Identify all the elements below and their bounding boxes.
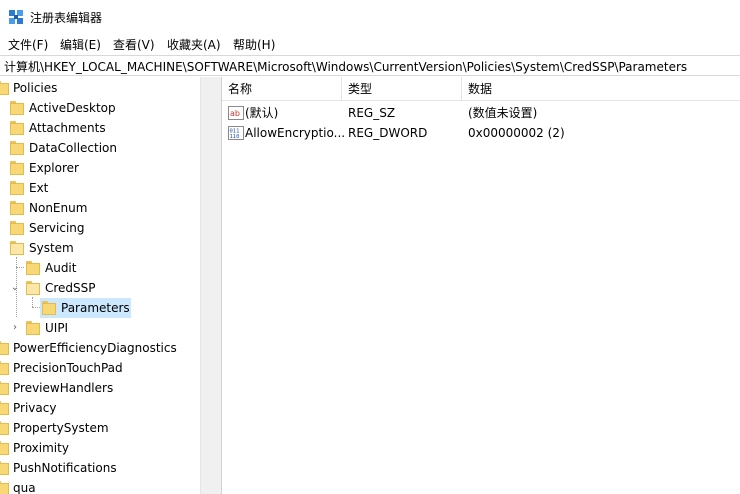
folder-icon (26, 321, 40, 335)
folder-icon (0, 401, 9, 415)
string-value-icon: ab (228, 106, 244, 120)
folder-icon (0, 381, 9, 395)
svg-text:110: 110 (230, 134, 240, 140)
value-type: REG_DWORD (348, 126, 428, 140)
folder-icon (42, 301, 56, 315)
menu-file[interactable]: 文件(F) (8, 36, 48, 53)
folder-open-icon (10, 241, 24, 255)
folder-icon (0, 341, 9, 355)
tree-scrollbar[interactable] (200, 77, 217, 494)
folder-icon (10, 221, 24, 235)
key-tree: Policies ActiveDesktop Attachments DataC… (0, 77, 213, 494)
folder-icon (10, 121, 24, 135)
tree-connector (32, 307, 40, 308)
folder-icon (0, 481, 9, 494)
folder-icon (0, 461, 9, 475)
value-data: (数值未设置) (468, 106, 538, 120)
folder-icon (0, 361, 9, 375)
folder-icon (0, 421, 9, 435)
value-data: 0x00000002 (2) (468, 126, 565, 140)
menu-edit[interactable]: 编辑(E) (60, 36, 101, 53)
tree-connector (16, 267, 24, 268)
menu-bar: 文件(F) 编辑(E) 查看(V) 收藏夹(A) 帮助(H) (0, 34, 740, 54)
folder-icon (10, 101, 24, 115)
value-name: (默认) (245, 106, 279, 120)
svg-text:ab: ab (230, 109, 240, 118)
registry-editor-icon (9, 10, 23, 24)
tree-connector (32, 297, 33, 307)
folder-icon (0, 81, 9, 95)
list-header: 名称 类型 数据 (222, 77, 740, 101)
folder-icon (10, 181, 24, 195)
window-title: 注册表编辑器 (30, 11, 103, 25)
column-header-data[interactable]: 数据 (462, 77, 740, 101)
chevron-down-icon[interactable]: ⌄ (10, 278, 20, 298)
value-type: REG_SZ (348, 106, 396, 120)
value-list: 名称 类型 数据 ab (默认) REG_SZ (数值未设置) 011 110 … (222, 77, 740, 494)
column-header-type[interactable]: 类型 (342, 77, 462, 101)
address-path[interactable]: 计算机\HKEY_LOCAL_MACHINE\SOFTWARE\Microsof… (4, 58, 687, 75)
folder-icon (10, 141, 24, 155)
value-name: AllowEncryptio... (245, 126, 346, 140)
folder-open-icon (26, 281, 40, 295)
menu-help[interactable]: 帮助(H) (233, 36, 275, 53)
folder-icon (10, 201, 24, 215)
column-header-name[interactable]: 名称 (222, 77, 342, 101)
menu-view[interactable]: 查看(V) (113, 36, 155, 53)
folder-icon (0, 441, 9, 455)
value-row[interactable]: 011 110 AllowEncryptio... REG_DWORD 0x00… (222, 123, 740, 143)
folder-icon (10, 161, 24, 175)
chevron-right-icon[interactable]: › (10, 318, 20, 338)
folder-icon (26, 261, 40, 275)
tree-item-parameters[interactable]: Parameters (40, 298, 131, 318)
title-bar: 注册表编辑器 (0, 0, 740, 34)
value-row[interactable]: ab (默认) REG_SZ (数值未设置) (222, 103, 740, 123)
address-bar[interactable]: 计算机\HKEY_LOCAL_MACHINE\SOFTWARE\Microsof… (0, 55, 740, 76)
menu-favorites[interactable]: 收藏夹(A) (167, 36, 221, 53)
binary-value-icon: 011 110 (228, 126, 244, 140)
